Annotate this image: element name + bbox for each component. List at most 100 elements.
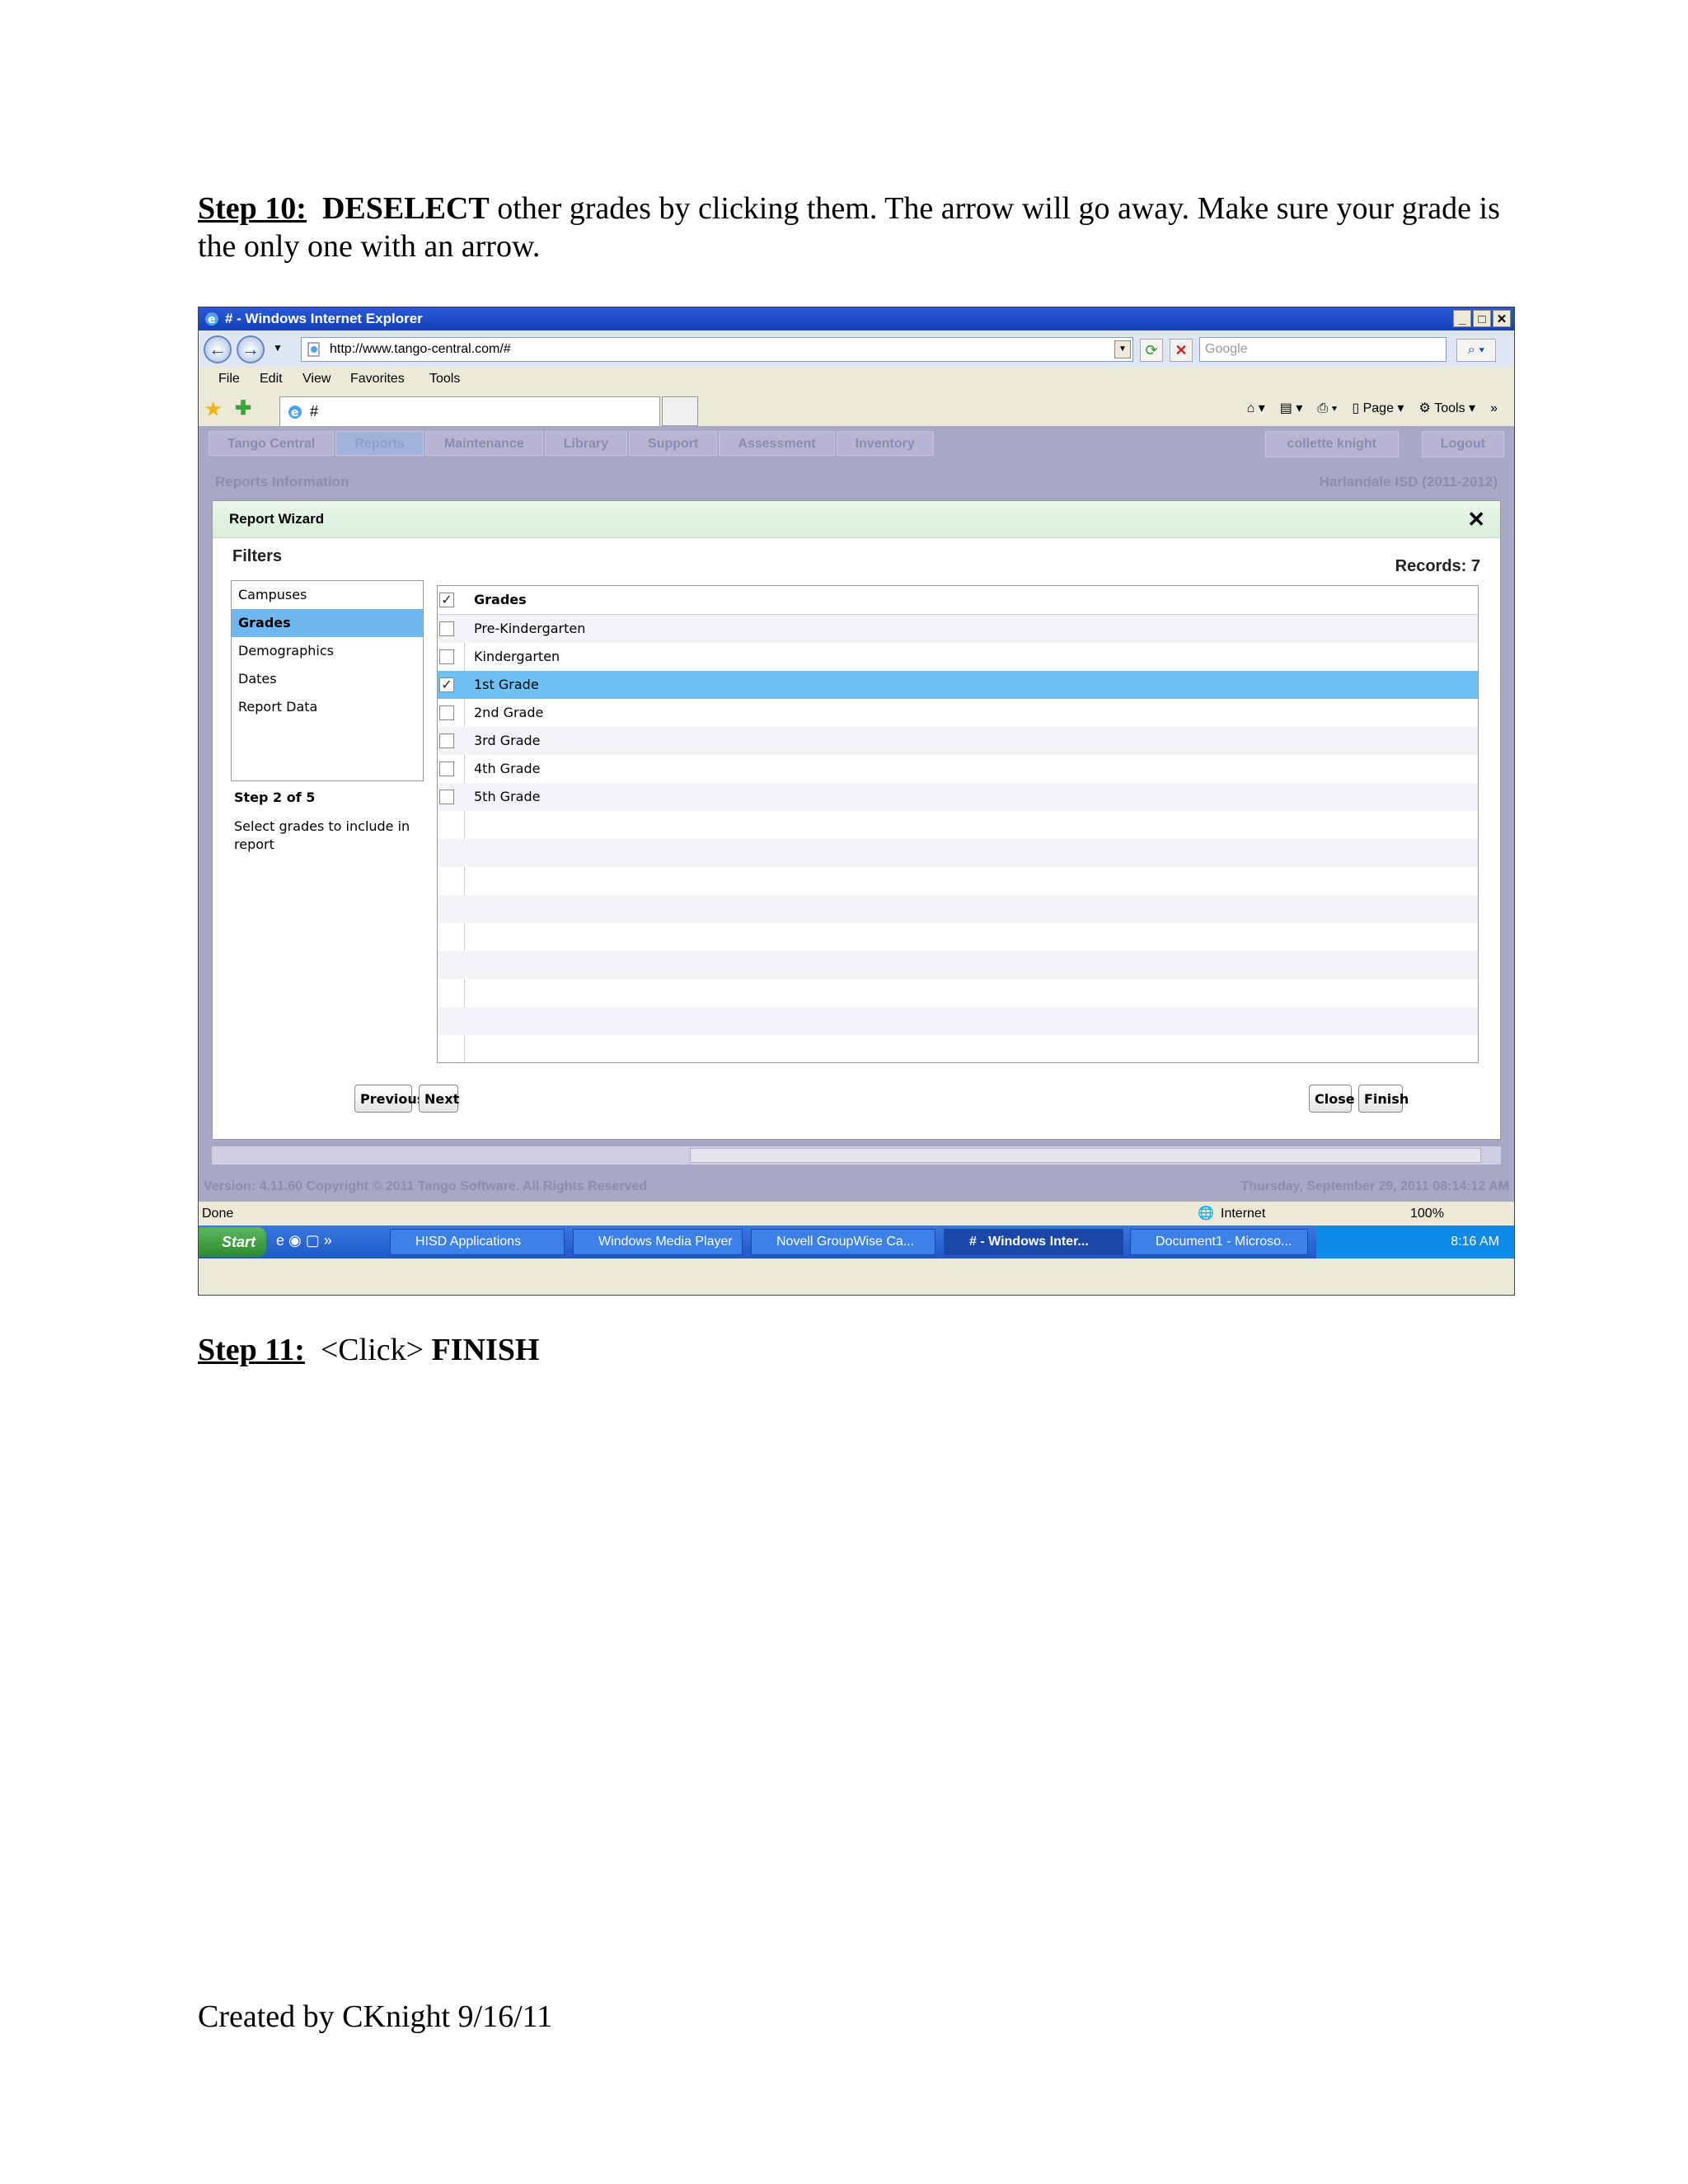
globe-icon: 🌐 [1198,1207,1214,1221]
tab-tango-central[interactable]: Tango Central [209,431,335,456]
address-dropdown-icon[interactable]: ▼ [1114,340,1131,359]
grid-header-label: Grades [474,592,527,607]
address-toolbar: ← → ▼ http://www.tango-central.com/# ▼ ⟳… [199,330,1514,367]
taskbar-item-word[interactable]: Document1 - Microso... [1130,1229,1308,1255]
grade-checkbox[interactable]: ✓ [439,677,454,692]
home-icon[interactable]: ⌂ ▾ [1247,398,1265,419]
address-text: http://www.tango-central.com/# [330,342,511,356]
select-all-checkbox[interactable]: ✓ [439,593,454,607]
add-favorite-icon[interactable]: ✚ [235,398,251,419]
filter-item-demographics[interactable]: Demographics [232,637,423,665]
search-icon[interactable]: ⌕ ▾ [1456,339,1496,362]
maximize-button[interactable]: □ [1473,310,1491,327]
recent-pages-dropdown-icon[interactable]: ▼ [273,342,283,354]
address-bar[interactable]: http://www.tango-central.com/# ▼ [301,337,1133,362]
close-window-button[interactable]: ✕ [1493,310,1511,327]
tab-support[interactable]: Support [629,431,718,456]
filter-item-grades[interactable]: Grades [232,609,423,637]
clock: 8:16 AM [1451,1235,1499,1249]
table-row[interactable]: 5th Grade [438,783,1478,811]
grade-label: 3rd Grade [474,733,541,748]
filters-heading: Filters [232,547,283,565]
minimize-button[interactable]: _ [1453,310,1471,327]
close-button[interactable]: Close [1309,1085,1355,1113]
logout-button[interactable]: Logout [1421,431,1504,457]
taskbar-item-ie[interactable]: # - Windows Inter... [944,1229,1123,1255]
menu-view[interactable]: View [302,367,331,391]
favorites-star-icon[interactable]: ★ [204,398,223,419]
table-row[interactable]: Pre-Kindergarten [438,615,1478,643]
more-chevron-icon[interactable]: » [1490,398,1498,419]
grade-checkbox[interactable] [439,790,454,804]
filter-list: Campuses Grades Demographics Dates Repor… [231,580,424,781]
tab-reports[interactable]: Reports [335,431,424,456]
stop-icon[interactable]: ✕ [1170,339,1193,362]
start-button[interactable]: Start [199,1227,266,1257]
taskbar-item-media-player[interactable]: Windows Media Player [573,1229,743,1255]
feeds-icon[interactable]: ▤ ▾ [1280,398,1303,419]
page-menu[interactable]: ▯ Page ▾ [1352,398,1404,419]
tab-library[interactable]: Library [544,431,627,456]
filter-item-dates[interactable]: Dates [232,665,423,693]
table-row[interactable]: 4th Grade [438,755,1478,783]
grade-rows: Pre-Kindergarten Kindergarten ✓ 1st Grade 2n… [438,615,1478,1062]
table-row[interactable]: Kindergarten [438,643,1478,671]
filter-item-report-data[interactable]: Report Data [232,693,423,721]
table-row[interactable]: 2nd Grade [438,699,1478,727]
grade-checkbox[interactable] [439,649,454,664]
svg-text:e: e [291,406,299,419]
refresh-icon[interactable]: ⟳ [1140,339,1163,362]
page-icon [307,342,320,357]
tools-menu[interactable]: ⚙ Tools ▾ [1418,398,1475,419]
app-nav-tabs: Tango Central Reports Maintenance Librar… [209,431,934,456]
page-menu-label: Page [1362,401,1394,415]
tab-title: # [310,403,319,419]
step-11-emphasis: FINISH [431,1333,540,1367]
grade-checkbox[interactable] [439,705,454,720]
close-icon[interactable]: ✕ [1467,501,1485,537]
table-row[interactable]: ✓ 1st Grade [438,671,1478,699]
table-row[interactable]: 3rd Grade [438,727,1478,755]
menu-tools[interactable]: Tools [429,367,460,391]
grade-label: 5th Grade [474,789,541,804]
horizontal-scrollbar[interactable] [212,1146,1501,1165]
grade-checkbox[interactable] [439,733,454,748]
menu-favorites[interactable]: Favorites [350,367,405,391]
tab-inventory[interactable]: Inventory [836,431,934,456]
grade-checkbox[interactable] [439,621,454,636]
filter-item-campuses[interactable]: Campuses [232,581,423,609]
tab-assessment[interactable]: Assessment [719,431,835,456]
menu-edit[interactable]: Edit [260,367,283,391]
records-count: Records: 7 [1395,557,1480,575]
back-button[interactable]: ← [204,335,232,363]
taskbar-item-hisd[interactable]: HISD Applications [390,1229,565,1255]
menu-file[interactable]: File [218,367,240,391]
new-tab-button[interactable] [662,396,698,426]
browser-tab[interactable]: e # [279,396,660,426]
finish-button[interactable]: Finish [1358,1085,1409,1113]
zone-label: Internet [1221,1207,1266,1221]
step-11-label: Step 11: [198,1333,305,1367]
table-row [438,839,1478,867]
tab-maintenance[interactable]: Maintenance [424,431,543,456]
user-name[interactable]: collette knight [1264,431,1399,457]
grade-checkbox[interactable] [439,762,454,776]
previous-button[interactable]: Previous [354,1085,424,1113]
scrollbar-track[interactable] [690,1148,1481,1163]
taskbar: Start e ◉ ▢ » HISD Applications Windows … [199,1226,1514,1258]
zoom-level[interactable]: 100% [1410,1202,1444,1226]
forward-button[interactable]: → [237,335,265,363]
step-description: Select grades to include in report [234,818,410,852]
quicklaunch-icons[interactable]: e ◉ ▢ » [276,1232,332,1249]
step-indicator: Step 2 of 5 [234,790,316,805]
search-input[interactable]: Google [1199,337,1447,362]
system-tray: 8:16 AM [1316,1226,1514,1258]
next-button[interactable]: Next [419,1085,459,1113]
print-icon[interactable]: ⎙ ▾ [1317,398,1337,419]
wizard-header: Report Wizard ✕ [213,501,1500,538]
step-10-emphasis: DESELECT [321,191,490,226]
taskbar-item-groupwise[interactable]: Novell GroupWise Ca... [751,1229,935,1255]
section-title: Reports Information [215,474,349,490]
step-10-label: Step 10: [198,191,307,226]
browser-screenshot: e # - Windows Internet Explorer _ □ ✕ ← … [198,307,1515,1296]
